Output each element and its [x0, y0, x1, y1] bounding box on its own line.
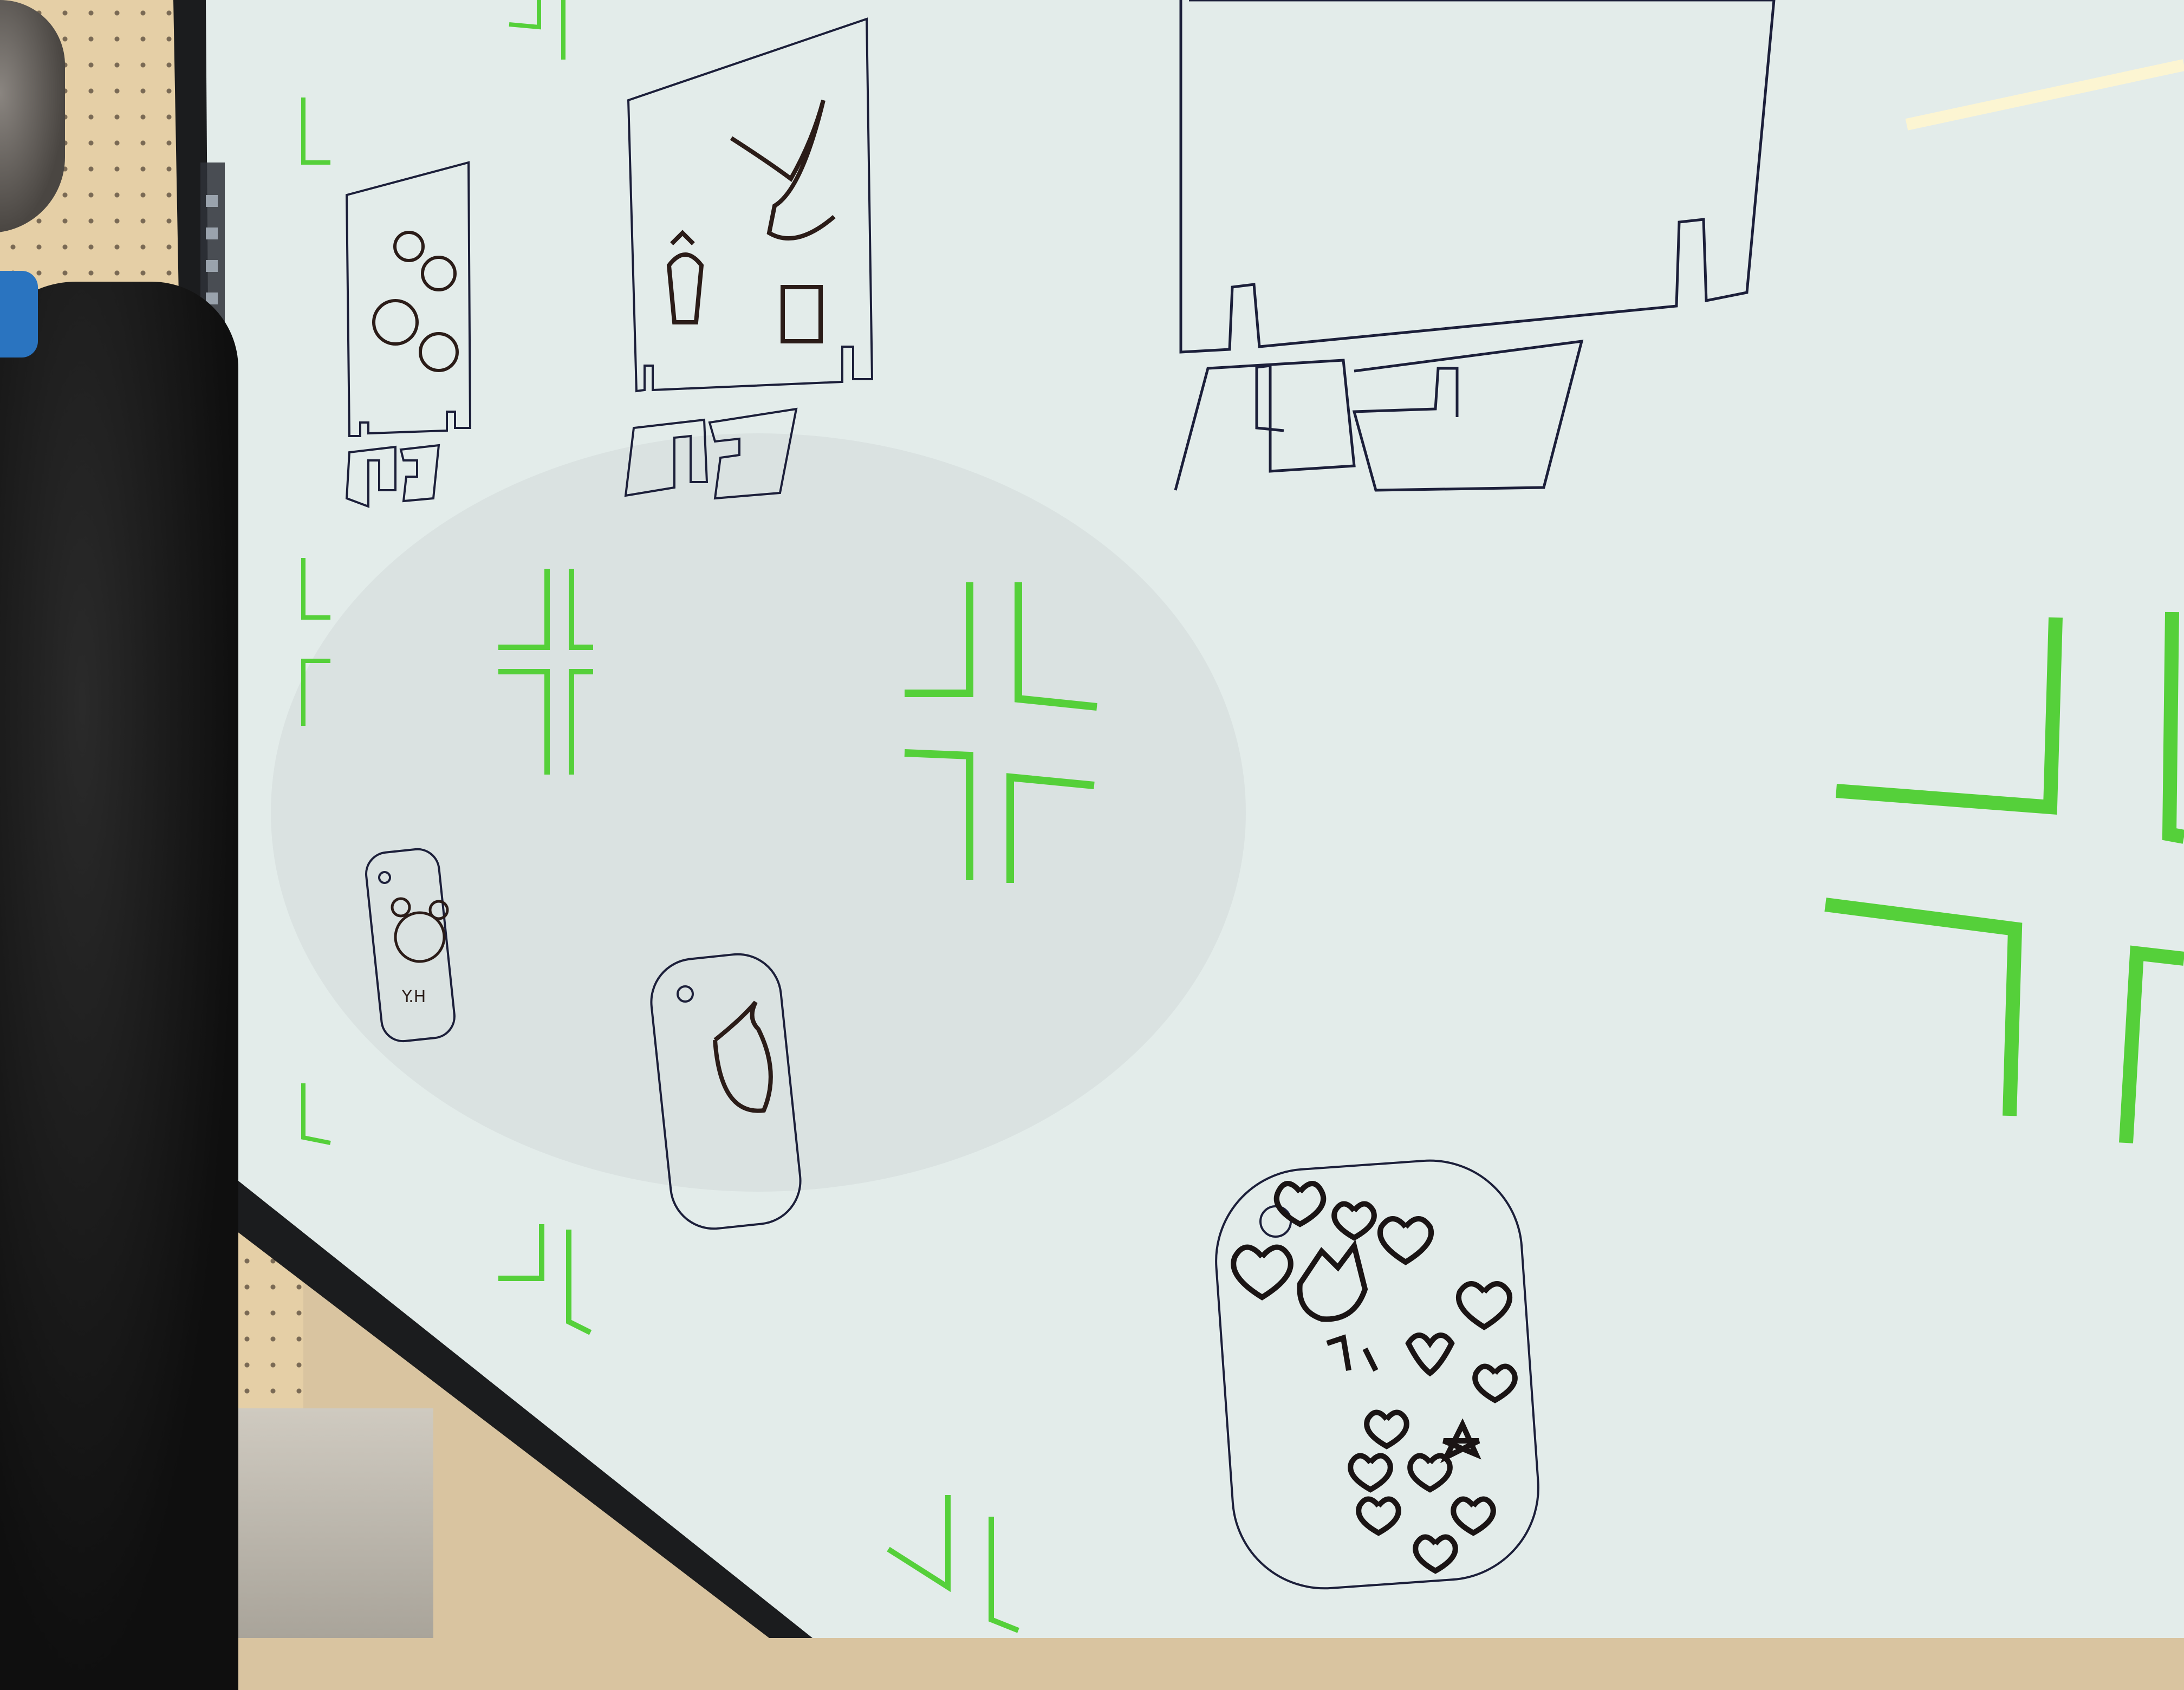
- tool-icon[interactable]: [206, 227, 218, 239]
- tool-icon[interactable]: [206, 195, 218, 207]
- photo-scene: Y.H: [0, 0, 2184, 1690]
- keychain-initials: Y.H: [401, 987, 426, 1006]
- person-collar: [0, 271, 38, 358]
- tool-icon[interactable]: [206, 260, 218, 272]
- monitor: Y.H: [173, 0, 2184, 1638]
- person-foreground: [0, 282, 238, 1690]
- screen-reflection: [271, 433, 1246, 1192]
